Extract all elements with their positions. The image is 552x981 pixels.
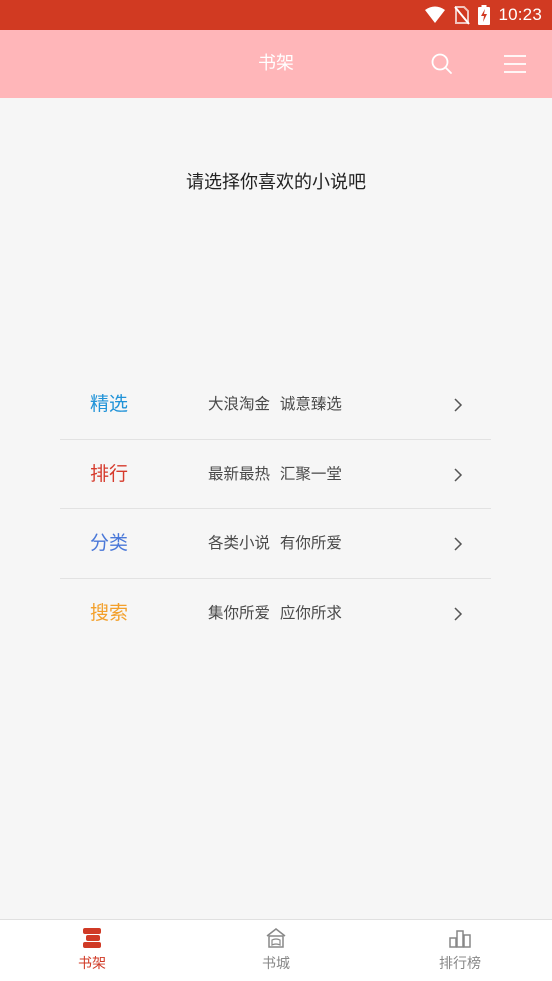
menu-icon [504, 55, 526, 73]
menu-row-category[interactable]: 分类 各类小说 有你所爱 [60, 509, 491, 579]
menu-row-featured[interactable]: 精选 大浪淘金 诚意臻选 [60, 370, 491, 440]
nav-tab-ranking[interactable]: 排行榜 [368, 920, 552, 981]
chevron-right-icon [454, 606, 463, 621]
nav-label: 书架 [78, 956, 106, 972]
nav-label: 排行榜 [439, 956, 481, 972]
app-bar: 书架 [0, 30, 552, 98]
row-description: 各类小说 有你所爱 [208, 534, 342, 552]
row-description: 集你所爱 应你所求 [208, 603, 342, 622]
row-description: 大浪淘金 诚意臻选 [208, 395, 342, 413]
bookshelf-icon [83, 928, 101, 948]
nav-tab-bookshelf[interactable]: 书架 [0, 920, 184, 981]
battery-charging-icon [478, 5, 491, 25]
menu-list: 精选 大浪淘金 诚意臻选 排行 最新最热 汇聚一堂 分类 各类小说 有你所爱 搜… [60, 370, 491, 648]
menu-row-search[interactable]: 搜索 集你所爱 应你所求 [60, 579, 491, 649]
status-icons: 10:23 [424, 0, 542, 30]
no-sim-icon [454, 6, 471, 25]
menu-row-ranking[interactable]: 排行 最新最热 汇聚一堂 [60, 440, 491, 509]
status-bar: 10:23 [0, 0, 552, 30]
search-icon [431, 53, 452, 74]
row-title: 排行 [90, 462, 129, 485]
menu-button[interactable] [500, 50, 530, 78]
bottom-nav: 书架 书城 排行榜 [0, 919, 552, 981]
ranking-icon [449, 930, 471, 948]
bookstore-icon [266, 928, 286, 948]
search-button[interactable] [428, 50, 456, 78]
page-title: 书架 [258, 53, 294, 74]
row-title: 精选 [90, 393, 129, 415]
chevron-right-icon [454, 398, 463, 412]
chevron-right-icon [454, 537, 463, 551]
wifi-icon [425, 6, 446, 23]
nav-tab-bookstore[interactable]: 书城 [184, 920, 368, 981]
status-time: 10:23 [498, 5, 542, 24]
row-title: 分类 [90, 532, 129, 554]
row-title: 搜索 [90, 601, 129, 624]
prompt-text: 请选择你喜欢的小说吧 [186, 172, 366, 193]
row-description: 最新最热 汇聚一堂 [208, 464, 342, 483]
nav-label: 书城 [262, 956, 290, 972]
chevron-right-icon [454, 467, 463, 482]
